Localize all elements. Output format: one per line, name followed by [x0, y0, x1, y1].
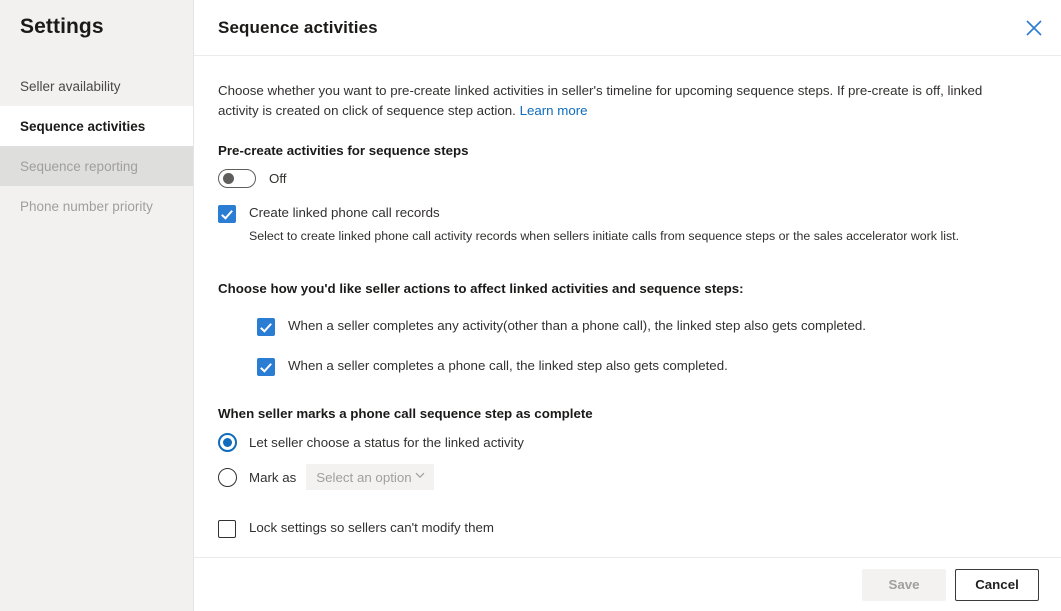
- radio-mark-as[interactable]: [218, 468, 237, 487]
- chevron-down-icon: [414, 468, 426, 486]
- settings-panel: Sequence activities Choose whether you w…: [194, 0, 1061, 611]
- seller-action-phone-call-checkbox[interactable]: [257, 358, 275, 376]
- radio-let-seller-choose[interactable]: [218, 433, 237, 452]
- radio-let-seller-choose-label[interactable]: Let seller choose a status for the linke…: [249, 435, 524, 450]
- linked-call-records-text: Create linked phone call records Select …: [249, 204, 959, 245]
- sidebar-item-label: Sequence activities: [20, 119, 145, 134]
- linked-call-records-checkbox[interactable]: [218, 205, 236, 223]
- dialog-footer: Save Cancel: [194, 557, 1061, 611]
- intro-description: Choose whether you want to pre-create li…: [218, 83, 982, 118]
- precreate-toggle[interactable]: [218, 169, 256, 188]
- toggle-thumb: [223, 173, 234, 184]
- save-button[interactable]: Save: [862, 569, 946, 601]
- sidebar-item-label: Seller availability: [20, 79, 121, 94]
- close-button[interactable]: [1017, 11, 1051, 45]
- seller-action-option-phone-call-row: When a seller completes a phone call, th…: [257, 357, 1037, 376]
- seller-action-any-activity-label[interactable]: When a seller completes any activity(oth…: [288, 317, 866, 335]
- mark-complete-heading: When seller marks a phone call sequence …: [218, 406, 1037, 421]
- sidebar-item-label: Phone number priority: [20, 199, 153, 214]
- cancel-button[interactable]: Cancel: [955, 569, 1039, 601]
- sidebar-nav: Seller availability Sequence activities …: [0, 66, 193, 226]
- close-icon: [1025, 19, 1043, 37]
- sidebar: Settings Seller availability Sequence ac…: [0, 0, 194, 611]
- lock-settings-label[interactable]: Lock settings so sellers can't modify th…: [249, 519, 494, 537]
- lock-settings-checkbox[interactable]: [218, 520, 236, 538]
- sidebar-title: Settings: [0, 0, 193, 39]
- seller-actions-heading: Choose how you'd like seller actions to …: [218, 281, 1037, 296]
- sidebar-item-phone-number-priority[interactable]: Phone number priority: [0, 186, 193, 226]
- seller-action-any-activity-checkbox[interactable]: [257, 318, 275, 336]
- learn-more-link[interactable]: Learn more: [520, 103, 588, 118]
- linked-call-records-row: Create linked phone call records Select …: [218, 204, 1037, 245]
- settings-dialog: Settings Seller availability Sequence ac…: [0, 0, 1061, 611]
- sidebar-item-label: Sequence reporting: [20, 159, 138, 174]
- radio-option-mark-as-row: Mark as Select an option: [218, 464, 1037, 490]
- precreate-toggle-row: Off: [218, 169, 1037, 188]
- panel-body: Choose whether you want to pre-create li…: [194, 81, 1061, 538]
- lock-settings-text: Lock settings so sellers can't modify th…: [249, 519, 494, 537]
- mark-as-select[interactable]: Select an option: [306, 464, 434, 490]
- sidebar-item-sequence-activities[interactable]: Sequence activities: [0, 106, 193, 146]
- intro-text: Choose whether you want to pre-create li…: [218, 81, 1024, 121]
- panel-header: Sequence activities: [194, 0, 1061, 56]
- seller-action-option-any-activity-row: When a seller completes any activity(oth…: [257, 317, 1037, 336]
- precreate-label: Pre-create activities for sequence steps: [218, 143, 1037, 158]
- seller-action-any-activity-text: When a seller completes any activity(oth…: [288, 317, 866, 335]
- sidebar-item-seller-availability[interactable]: Seller availability: [0, 66, 193, 106]
- precreate-toggle-state: Off: [269, 171, 287, 186]
- lock-settings-row: Lock settings so sellers can't modify th…: [218, 519, 1037, 538]
- sidebar-item-sequence-reporting[interactable]: Sequence reporting: [0, 146, 193, 186]
- page-title: Sequence activities: [218, 18, 378, 38]
- radio-mark-as-label[interactable]: Mark as: [249, 470, 296, 485]
- linked-call-records-description: Select to create linked phone call activ…: [249, 227, 959, 245]
- seller-action-phone-call-label[interactable]: When a seller completes a phone call, th…: [288, 357, 728, 375]
- linked-call-records-label[interactable]: Create linked phone call records: [249, 204, 959, 222]
- mark-as-select-placeholder: Select an option: [316, 470, 411, 485]
- radio-option-let-seller-row: Let seller choose a status for the linke…: [218, 433, 1037, 452]
- seller-action-phone-call-text: When a seller completes a phone call, th…: [288, 357, 728, 375]
